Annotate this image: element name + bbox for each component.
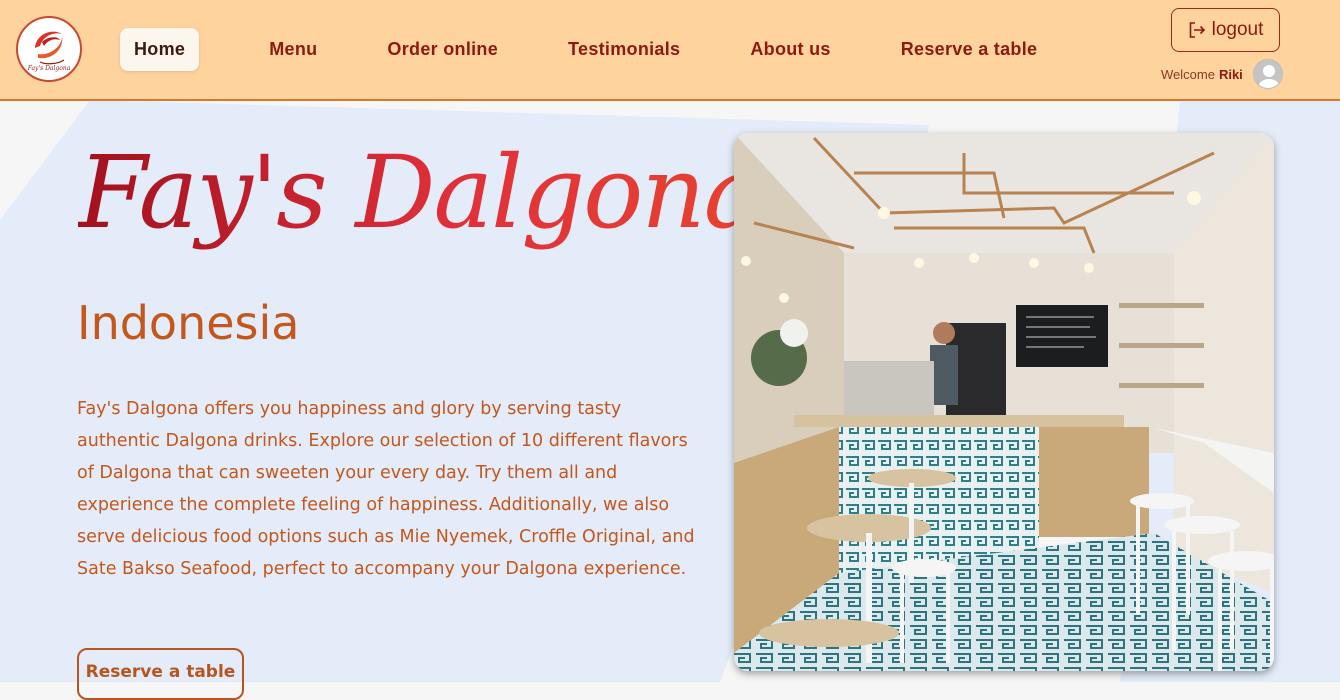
user-avatar-icon[interactable] [1252, 59, 1283, 89]
nav-testimonials[interactable]: Testimonials [568, 39, 680, 60]
nav-links: Home Menu Order online Testimonials Abou… [120, 27, 1037, 71]
reserve-table-button[interactable]: Reserve a table [77, 648, 244, 700]
logout-button[interactable]: logout [1171, 8, 1280, 52]
welcome-prefix: Welcome [1161, 66, 1215, 82]
hero-description: Fay's Dalgona offers you happiness and g… [77, 399, 695, 579]
logout-icon [1189, 22, 1205, 38]
cafe-interior-image [734, 133, 1274, 671]
nav-about-us[interactable]: About us [750, 39, 830, 60]
brand-logo[interactable]: Fay's Dalgona [16, 16, 82, 82]
welcome-user: Welcome Riki [1161, 59, 1283, 89]
svg-text:Fay's Dalgona: Fay's Dalgona [27, 65, 71, 72]
nav-menu[interactable]: Menu [269, 39, 317, 60]
username: Riki [1218, 66, 1243, 82]
hero-title: Fay's Dalgona [78, 128, 763, 258]
hero-subtitle: Indonesia [77, 296, 300, 350]
dalgona-logo-icon: Fay's Dalgona [27, 26, 71, 72]
top-navbar: Fay's Dalgona Home Menu Order online Tes… [0, 0, 1340, 101]
nav-reserve-table[interactable]: Reserve a table [901, 39, 1038, 60]
logout-label: logout [1211, 19, 1264, 40]
nav-home[interactable]: Home [120, 27, 200, 71]
nav-order-online[interactable]: Order online [387, 39, 498, 60]
